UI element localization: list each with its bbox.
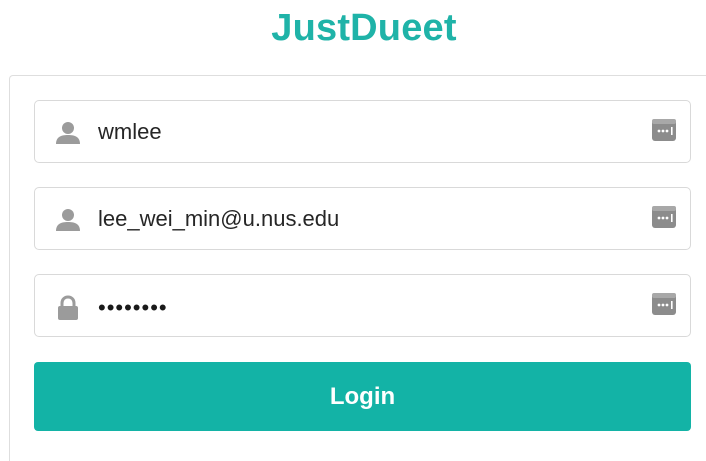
password-manager-icon[interactable] — [652, 206, 676, 228]
password-field[interactable]: •••••••• — [34, 274, 691, 337]
user-icon — [55, 121, 81, 145]
lock-icon — [55, 295, 81, 320]
app-title: JustDueet — [271, 7, 457, 49]
email-value[interactable]: lee_wei_min@u.nus.edu — [98, 188, 339, 249]
password-manager-icon[interactable] — [652, 119, 676, 141]
password-value[interactable]: •••••••• — [98, 277, 168, 338]
password-manager-icon[interactable] — [652, 293, 676, 315]
email-field[interactable]: lee_wei_min@u.nus.edu — [34, 187, 691, 250]
login-button[interactable]: Login — [34, 362, 691, 431]
username-field[interactable]: wmlee — [34, 100, 691, 163]
username-value[interactable]: wmlee — [98, 101, 162, 162]
user-icon — [55, 208, 81, 232]
